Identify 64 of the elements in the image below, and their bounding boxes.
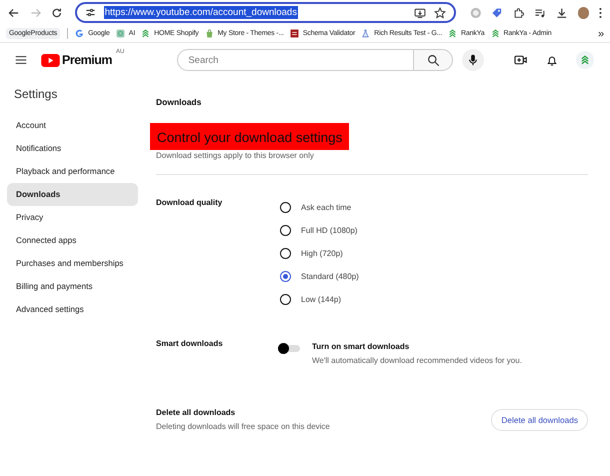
sidebar-item[interactable]: Notifications — [7, 137, 138, 160]
radio-button[interactable] — [280, 225, 291, 236]
puzzle-icon[interactable] — [512, 6, 524, 18]
star-icon[interactable] — [434, 6, 446, 18]
radio-label: Low (144p) — [301, 295, 342, 304]
shopping-bag-icon — [204, 29, 214, 38]
back-icon[interactable] — [8, 6, 20, 18]
menu-dots-icon[interactable] — [599, 6, 602, 18]
setting-description: Deleting downloads will free space on this device — [156, 422, 330, 431]
download-icon[interactable] — [556, 6, 568, 18]
toggle-description: We'll automatically download recommended videos for you. — [312, 356, 522, 365]
menu-icon[interactable] — [15, 54, 27, 66]
setting-label: Smart downloads — [156, 339, 224, 350]
chevrons-up-icon — [490, 29, 500, 38]
setting-label: Download quality — [156, 198, 224, 209]
sidebar-item[interactable]: Privacy — [7, 206, 138, 229]
radio-label: High (720p) — [301, 249, 343, 258]
toggle-switch[interactable] — [280, 345, 300, 352]
radio-label: Full HD (1080p) — [301, 226, 358, 235]
account-avatar[interactable] — [576, 51, 594, 69]
sidebar-item[interactable]: Connected apps — [7, 229, 138, 252]
radio-button[interactable] — [280, 294, 291, 305]
logo-text[interactable]: Premium — [62, 53, 112, 67]
media-list-icon[interactable] — [534, 6, 546, 18]
address-bar[interactable]: https://www.youtube.com/account_downloads — [74, 2, 456, 23]
radio-label: Standard (480p) — [301, 272, 359, 281]
sidebar-item[interactable]: Playback and performance — [7, 160, 138, 183]
reload-icon[interactable] — [51, 6, 63, 18]
radio-button[interactable] — [280, 271, 291, 282]
tag-icon[interactable] — [491, 6, 503, 18]
section-title: Downloads — [156, 97, 202, 107]
radio-label: Ask each time — [301, 203, 352, 212]
bell-icon[interactable] — [546, 54, 558, 66]
google-g-icon — [75, 29, 84, 38]
toggle-title: Turn on smart downloads — [312, 342, 410, 351]
sidebar-item[interactable]: Downloads — [7, 183, 138, 206]
schema-icon — [290, 29, 299, 38]
sidebar-title: Settings — [13, 87, 58, 101]
page-subheading: Download settings apply to this browser only — [156, 151, 315, 160]
site-settings-icon[interactable] — [84, 7, 96, 18]
install-app-icon[interactable] — [414, 6, 426, 18]
page-heading: Control your download settings — [150, 123, 350, 150]
search-field[interactable]: Search — [177, 49, 414, 71]
play-logo-icon[interactable] — [41, 54, 60, 66]
microphone-button[interactable] — [462, 49, 484, 71]
sidebar-item[interactable]: Purchases and memberships — [7, 252, 138, 275]
delete-all-button[interactable]: Delete all downloads — [491, 408, 588, 430]
chevrons-up-icon — [141, 29, 150, 38]
ai-icon — [116, 29, 125, 38]
radio-button[interactable] — [280, 202, 291, 213]
chevrons-up-icon — [448, 29, 458, 38]
microphone-icon — [467, 54, 480, 66]
flask-icon — [361, 29, 370, 38]
profile-avatar[interactable] — [578, 6, 590, 18]
radio-button[interactable] — [280, 248, 291, 259]
sidebar-item[interactable]: Billing and payments — [7, 275, 138, 298]
setting-label: Delete all downloads — [156, 408, 236, 417]
search-icon — [426, 54, 440, 66]
url-text[interactable]: https://www.youtube.com/account_downloads — [104, 6, 298, 19]
create-video-icon[interactable] — [514, 54, 528, 66]
sidebar-item[interactable]: Advanced settings — [7, 298, 138, 321]
sidebar-item[interactable]: Account — [7, 114, 138, 137]
more-bookmarks-button[interactable]: » — [598, 28, 604, 40]
search-button[interactable] — [413, 49, 454, 71]
